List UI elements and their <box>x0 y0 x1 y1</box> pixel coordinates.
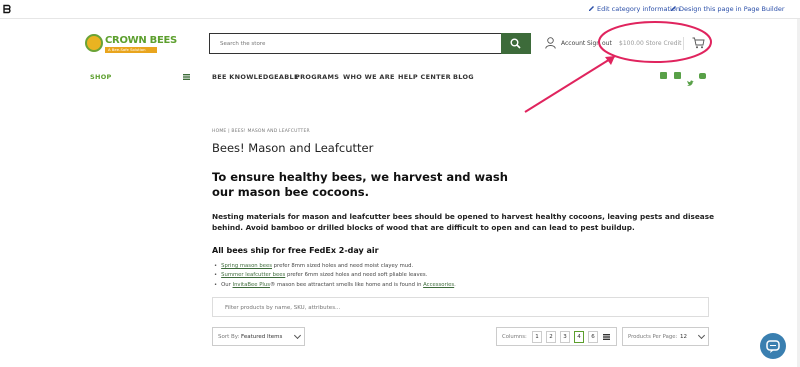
youtube-icon[interactable] <box>699 73 706 79</box>
list-item-text: Our <box>221 281 233 288</box>
summer-leafcutter-bees-link[interactable]: Summer leafcutter bees <box>221 272 285 278</box>
nav-item-programs[interactable]: PROGRAMS <box>295 73 339 81</box>
sort-label: Sort By: <box>218 334 240 340</box>
chat-button[interactable] <box>760 333 786 359</box>
column-option-1[interactable]: 1 <box>532 331 542 343</box>
nav-shop[interactable]: SHOP <box>90 73 112 81</box>
header-divider <box>683 37 684 50</box>
store-credit: $100.00 Store Credit <box>619 40 682 47</box>
edit-category-link[interactable]: Edit category information <box>588 5 680 13</box>
pencil-icon <box>670 5 677 12</box>
list-item: Spring mason bees prefer 8mm sized holes… <box>212 262 456 271</box>
list-item-text: prefer 8mm sized holes and need moist cl… <box>272 263 414 269</box>
page-builder-label: Design this page in Page Builder <box>679 5 785 13</box>
pencil-icon <box>588 5 595 12</box>
column-option-4[interactable]: 4 <box>574 331 584 343</box>
annotation-arrow <box>524 55 616 113</box>
filter-input[interactable] <box>225 302 695 313</box>
list-item-text: prefer 6mm sized holes and need soft pli… <box>285 272 428 279</box>
logo-text: CROWN BEES <box>105 35 177 46</box>
product-filter <box>212 297 709 317</box>
search-icon <box>510 38 521 49</box>
list-item-text: . <box>454 281 456 288</box>
edit-category-label: Edit category information <box>597 5 680 13</box>
twitter-icon[interactable] <box>687 72 694 86</box>
breadcrumb[interactable]: HOME | BEES! MASON AND LEAFCUTTER <box>212 129 310 134</box>
nav-item-who-we-are[interactable]: WHO WE ARE <box>343 73 395 81</box>
cart-icon[interactable] <box>692 37 705 49</box>
columns-selector: Columns: 1 2 3 4 6 <box>496 327 617 346</box>
per-page-select[interactable]: Products Per Page: 12 <box>622 327 709 346</box>
invitabee-plus-link[interactable]: InvitaBee Plus <box>233 282 270 288</box>
bee-logo-icon <box>85 34 103 52</box>
store-logo[interactable]: CROWN BEES A Bee-Safe Solution <box>85 34 177 56</box>
bee-info-list: Spring mason bees prefer 8mm sized holes… <box>212 262 456 290</box>
columns-label: Columns: <box>502 334 527 340</box>
bigcommerce-logo-icon[interactable]: ᗷ <box>3 3 15 16</box>
sort-value: Featured Items <box>241 334 283 340</box>
account-link[interactable]: Account <box>561 40 585 47</box>
chevron-down-icon <box>293 331 302 340</box>
page-title: Bees! Mason and Leafcutter <box>212 141 374 155</box>
sort-select[interactable]: Sort By: Featured Items <box>212 327 305 346</box>
per-page-value: 12 <box>680 334 687 340</box>
sign-out-link[interactable]: Sign out <box>587 40 612 47</box>
search-button[interactable] <box>501 33 531 54</box>
instagram-icon[interactable] <box>674 72 681 79</box>
accessories-link[interactable]: Accessories <box>423 282 454 288</box>
headline: To ensure healthy bees, we harvest and w… <box>212 170 508 199</box>
nav-item-bee-knowledgeable[interactable]: BEE KNOWLEDGEABLE <box>212 73 299 81</box>
chat-icon <box>766 340 780 353</box>
shipping-heading: All bees ship for free FedEx 2-day air <box>212 246 379 255</box>
search-bar <box>209 33 531 54</box>
admin-bar: ᗷ Edit category information Design this … <box>0 0 800 19</box>
nav-item-blog[interactable]: BLOG <box>453 73 474 81</box>
list-item: Our InvitaBee Plus® mason bee attractant… <box>212 281 456 290</box>
intro-paragraph: Nesting materials for mason and leafcutt… <box>212 212 715 232</box>
per-page-label: Products Per Page: <box>628 334 678 340</box>
list-item: Summer leafcutter bees prefer 6mm sized … <box>212 271 456 280</box>
facebook-icon[interactable] <box>660 72 667 79</box>
page-builder-link[interactable]: Design this page in Page Builder <box>670 5 785 13</box>
column-option-6[interactable]: 6 <box>588 331 598 343</box>
menu-grid-icon[interactable] <box>183 74 190 80</box>
list-item-text: ® mason bee attractant smells like home … <box>269 281 424 288</box>
chevron-down-icon <box>697 331 706 340</box>
nav-item-help-center[interactable]: HELP CENTER <box>398 73 451 81</box>
logo-tagline: A Bee-Safe Solution <box>105 47 157 53</box>
annotation-arrowhead <box>605 56 615 65</box>
column-option-2[interactable]: 2 <box>546 331 556 343</box>
spring-mason-bees-link[interactable]: Spring mason bees <box>221 263 272 269</box>
user-icon[interactable] <box>545 37 556 49</box>
list-view-icon[interactable] <box>603 334 610 340</box>
search-input[interactable] <box>220 38 490 50</box>
column-option-3[interactable]: 3 <box>560 331 570 343</box>
